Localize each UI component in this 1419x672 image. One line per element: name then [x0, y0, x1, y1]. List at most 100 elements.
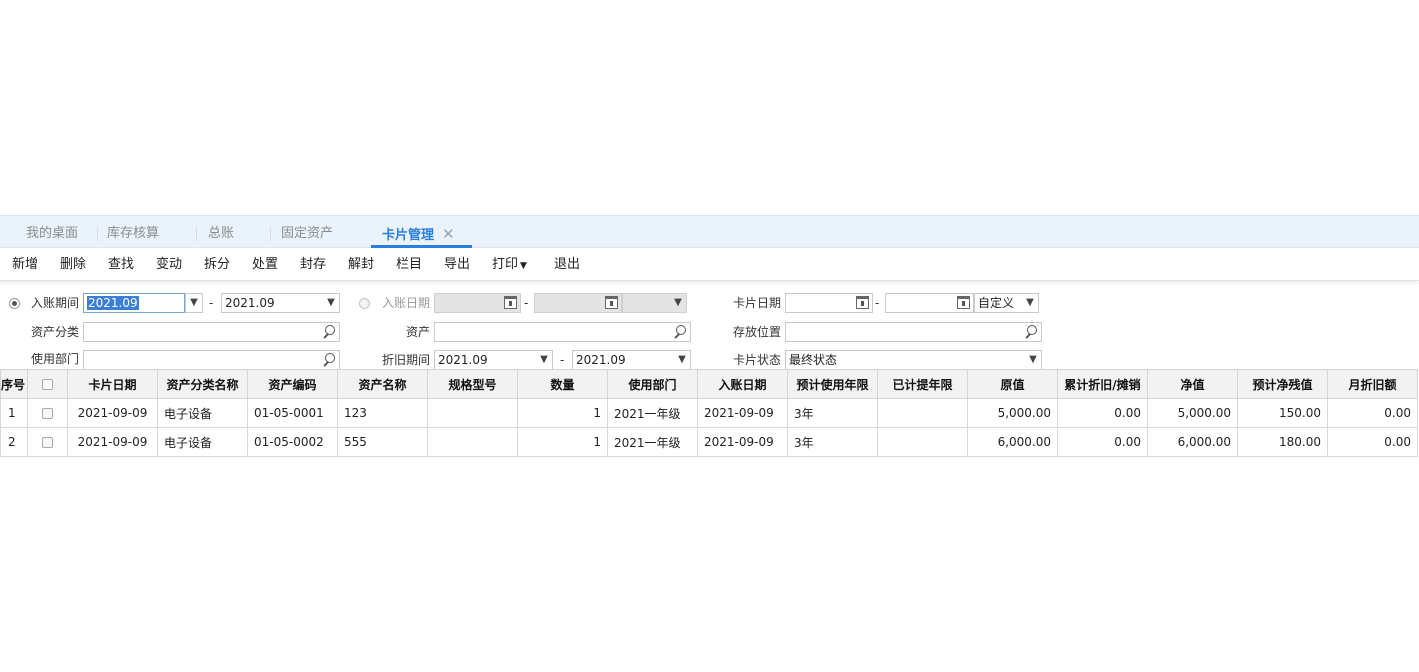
posting-period-from-input[interactable]: 2021.09	[83, 293, 185, 313]
monthly-depreciation-cell: 0.00	[1327, 427, 1418, 457]
asset-input[interactable]	[434, 322, 691, 342]
col-header[interactable]: 序号	[0, 369, 28, 399]
department-input[interactable]	[83, 350, 340, 370]
posting-date-cell: 2021-09-09	[697, 398, 788, 428]
col-header[interactable]: 资产名称	[337, 369, 428, 399]
asset-code-cell: 01-05-0002	[247, 427, 338, 457]
posting-date-range-select[interactable]: ▼	[622, 293, 687, 313]
location-input[interactable]	[785, 322, 1042, 342]
search-icon[interactable]	[1024, 325, 1038, 339]
chevron-down-icon[interactable]: ▼	[185, 293, 203, 313]
card-date-to-input[interactable]	[885, 293, 974, 313]
asset-category-input[interactable]	[83, 322, 340, 342]
calendar-icon[interactable]	[856, 296, 869, 309]
spec-cell	[427, 398, 518, 428]
card-date-from-input[interactable]	[785, 293, 873, 313]
table-row[interactable]: 2 2021-09-09 电子设备 01-05-0002 555 1 2021一…	[0, 427, 1418, 457]
posting-date-label: 入账日期	[382, 296, 431, 310]
find-button[interactable]: 查找	[108, 249, 134, 280]
accumulated-depreciation-cell: 0.00	[1057, 398, 1148, 428]
posting-date-radio[interactable]	[359, 298, 370, 309]
col-header[interactable]: 入账日期	[697, 369, 788, 399]
col-header[interactable]: 数量	[517, 369, 608, 399]
asset-label: 资产	[406, 325, 431, 339]
row-checkbox[interactable]	[42, 408, 53, 419]
tab-my-desktop[interactable]: 我的桌面	[26, 216, 78, 248]
search-icon[interactable]	[322, 353, 336, 367]
col-header[interactable]: 资产分类名称	[157, 369, 248, 399]
chevron-down-icon: ▼	[1026, 297, 1034, 308]
row-checkbox-cell[interactable]	[27, 427, 68, 457]
card-status-select[interactable]: 最终状态 ▼	[785, 350, 1042, 370]
change-button[interactable]: 变动	[156, 249, 182, 280]
col-header[interactable]: 月折旧额	[1327, 369, 1418, 399]
asset-code-cell: 01-05-0001	[247, 398, 338, 428]
net-value-cell: 6,000.00	[1147, 427, 1238, 457]
row-index: 1	[0, 398, 28, 428]
col-header[interactable]: 累计折旧/摊销	[1057, 369, 1148, 399]
tab-label: 固定资产	[281, 226, 334, 241]
original-value-cell: 6,000.00	[967, 427, 1058, 457]
tab-card-management[interactable]: 卡片管理 ✕	[371, 216, 472, 248]
card-date-range-select[interactable]: 自定义 ▼	[974, 293, 1039, 313]
row-index: 2	[0, 427, 28, 457]
posting-period-radio[interactable]	[9, 298, 20, 309]
columns-button[interactable]: 栏目	[396, 249, 422, 280]
close-icon[interactable]: ✕	[442, 225, 455, 243]
tab-label: 我的桌面	[26, 226, 79, 241]
col-header[interactable]: 已计提年限	[877, 369, 968, 399]
add-button[interactable]: 新增	[12, 249, 38, 280]
col-header[interactable]: 净值	[1147, 369, 1238, 399]
calendar-icon[interactable]	[504, 296, 517, 309]
accumulated-depreciation-cell: 0.00	[1057, 427, 1148, 457]
col-header[interactable]: 预计使用年限	[787, 369, 878, 399]
depreciation-period-from-select[interactable]: 2021.09 ▼	[434, 350, 553, 370]
table-header-row: 序号 卡片日期 资产分类名称 资产编码 资产名称 规格型号 数量 使用部门 入账…	[0, 369, 1418, 399]
unseal-button[interactable]: 解封	[348, 249, 374, 280]
card-date-label: 卡片日期	[733, 296, 782, 310]
posting-date-from-input[interactable]	[434, 293, 521, 313]
delete-button[interactable]: 删除	[60, 249, 86, 280]
card-status-label: 卡片状态	[733, 353, 782, 367]
search-icon[interactable]	[322, 325, 336, 339]
posting-period-to-select[interactable]: 2021.09 ▼	[221, 293, 340, 313]
chevron-down-icon: ▼	[678, 354, 686, 365]
card-date-range-value: 自定义	[978, 296, 1015, 310]
tab-divider	[196, 227, 197, 241]
seal-button[interactable]: 封存	[300, 249, 326, 280]
col-header[interactable]: 使用部门	[607, 369, 698, 399]
col-header[interactable]: 规格型号	[427, 369, 518, 399]
row-checkbox-cell[interactable]	[27, 398, 68, 428]
range-dash: -	[875, 296, 880, 310]
depreciation-period-to-select[interactable]: 2021.09 ▼	[572, 350, 691, 370]
split-button[interactable]: 拆分	[204, 249, 230, 280]
chevron-down-icon: ▼	[674, 297, 682, 308]
posting-date-to-input[interactable]	[534, 293, 622, 313]
tab-inventory-accounting[interactable]: 库存核算	[107, 216, 159, 248]
select-all-checkbox[interactable]	[42, 379, 53, 390]
print-button[interactable]: 打印 ▼	[492, 249, 527, 280]
asset-name-cell: 123	[337, 398, 428, 428]
search-icon[interactable]	[673, 325, 687, 339]
calendar-icon[interactable]	[605, 296, 618, 309]
row-checkbox[interactable]	[42, 437, 53, 448]
tab-label: 总账	[208, 226, 235, 241]
tab-fixed-assets[interactable]: 固定资产	[281, 216, 333, 248]
tab-bar: 我的桌面 库存核算 总账 固定资产 卡片管理 ✕	[0, 215, 1419, 248]
asset-category-label: 资产分类	[31, 325, 80, 339]
tab-general-ledger[interactable]: 总账	[208, 216, 234, 248]
table-row[interactable]: 1 2021-09-09 电子设备 01-05-0001 123 1 2021一…	[0, 398, 1418, 428]
range-dash: -	[524, 296, 529, 310]
card-date-cell: 2021-09-09	[67, 398, 158, 428]
col-header[interactable]: 原值	[967, 369, 1058, 399]
quantity-cell: 1	[517, 398, 608, 428]
depreciation-period-from-value: 2021.09	[438, 353, 488, 367]
col-header[interactable]: 卡片日期	[67, 369, 158, 399]
col-header[interactable]: 预计净残值	[1237, 369, 1328, 399]
export-button[interactable]: 导出	[444, 249, 470, 280]
dispose-button[interactable]: 处置	[252, 249, 278, 280]
col-header-select-all[interactable]	[27, 369, 68, 399]
exit-button[interactable]: 退出	[554, 249, 580, 280]
col-header[interactable]: 资产编码	[247, 369, 338, 399]
calendar-icon[interactable]	[957, 296, 970, 309]
